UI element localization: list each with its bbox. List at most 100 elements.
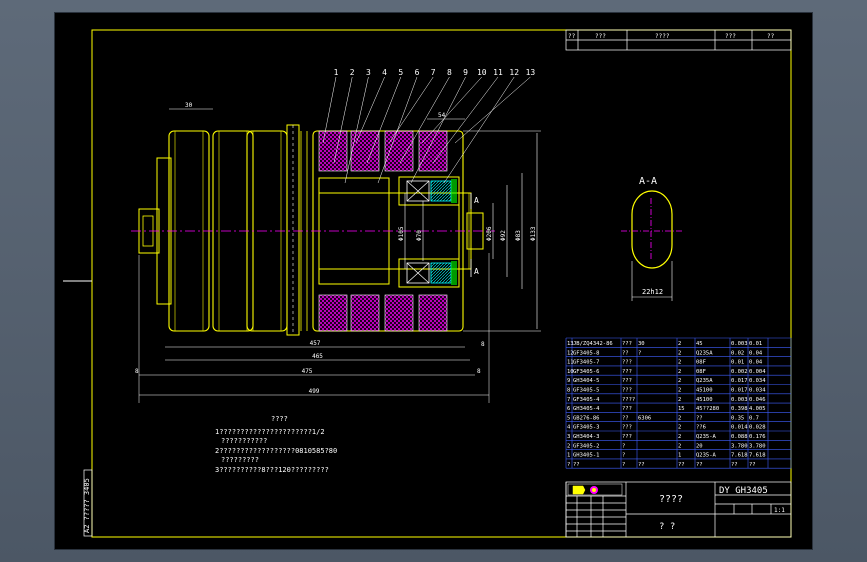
bom-cell: 0.017 [731, 388, 748, 394]
bom-cell: ? [622, 462, 625, 468]
bom-cell: 7.618 [749, 453, 766, 459]
dim-vertical: Φ83 [515, 230, 522, 241]
bom-cell: ?? [696, 415, 703, 421]
bom-cell: 3 [567, 434, 570, 440]
bom-cell: 2 [678, 434, 681, 440]
dim-vertical: Φ92 [500, 230, 507, 241]
bom-cell: GF3405-2 [573, 443, 600, 449]
part-balloon: 11 [493, 68, 503, 77]
bom-cell: 2 [678, 415, 681, 421]
bom-cell: 1 [567, 453, 570, 459]
bom-cell: 2 [678, 397, 681, 403]
bom-cell: GF3405-7 [573, 360, 600, 366]
bom-cell: 3.780 [731, 443, 748, 449]
part-balloon: 2 [350, 68, 355, 77]
part-balloon: 1 [334, 68, 339, 77]
bom-cell: 0.004 [749, 369, 766, 375]
bom-cell: 2 [678, 425, 681, 431]
bom-cell: 08F [696, 360, 706, 366]
drawing-sheet[interactable]: A2 ????? 3405 ?????????????? 1 2 3 4 5 6 7 8 9 10… [55, 13, 812, 549]
seal [430, 262, 452, 284]
bom-cell: Q235A [696, 350, 713, 356]
bom-cell: 0.028 [749, 425, 766, 431]
drawing-subtitle: ? ? [659, 522, 675, 532]
note-line-5: 3??????????8???120????????? [215, 466, 329, 474]
part-balloon: 12 [509, 68, 519, 77]
dim-vertical: Φ70 [416, 230, 423, 241]
part-balloon: 6 [415, 68, 420, 77]
bom-cell: 5 [567, 415, 570, 421]
top-block-label: ??? [725, 33, 736, 40]
section-view: A-A 22h12 [621, 176, 683, 301]
bom-cell: 20 [696, 443, 703, 449]
top-block-label: ???? [655, 33, 670, 40]
bom-cell: Q235-A [696, 453, 717, 459]
bom-cell: 30 [638, 341, 645, 347]
note-line-4: ????????? [221, 456, 259, 464]
bom-cell: 2 [678, 388, 681, 394]
parts-list-table: 13 JB/ZQ4342-86??? 30 2 45 0.003 0.0112 GF3405-… [565, 337, 792, 469]
dim-bottom: 475 [302, 368, 313, 375]
bom-cell: 6 [567, 406, 570, 412]
bom-cell: 6306 [638, 415, 651, 421]
bom-cell: 7 [567, 397, 570, 403]
dim-side-small: 8 [477, 368, 481, 375]
bom-cell: 2 [678, 443, 681, 449]
scale-label: 1:1 [774, 507, 785, 514]
rubber-segment [418, 130, 448, 172]
top-block-label: ?? [568, 33, 576, 40]
bom-cell: ??? [622, 388, 632, 394]
bom-cell: 0.014 [731, 425, 748, 431]
bom-cell: 15 [678, 406, 685, 412]
bom-cell: ?? [696, 462, 703, 468]
bom-cell: 0.176 [749, 434, 766, 440]
drawing-canvas[interactable]: A2 ????? 3405 ?????????????? 1 2 3 4 5 6 7 8 9 10… [55, 13, 812, 549]
bom-cell: ??? [622, 360, 632, 366]
dim-bottom: 499 [309, 388, 320, 395]
bom-cell: ??? [622, 341, 632, 347]
bom-cell: ?? [678, 462, 685, 468]
bom-cell: 45 [696, 341, 703, 347]
note-line-3: 2??????????????????0810585?80 [215, 447, 337, 455]
bom-cell: 0.034 [749, 388, 766, 394]
bom-cell: 0.088 [731, 434, 748, 440]
drawing-number: DY GH3405 [719, 486, 768, 496]
bom-cell: GH3404-5 [573, 378, 600, 384]
bom-cell: 45100 [696, 388, 713, 394]
dim-side-small: 8 [481, 341, 485, 348]
bom-cell: 45??280 [696, 406, 719, 412]
bom-cell: 0.04 [749, 350, 763, 356]
bom-cell: JB/ZQ4342-86 [573, 341, 613, 347]
bom-cell: 2 [567, 443, 570, 449]
section-dim: 22h12 [642, 288, 663, 296]
dim-bore-top: 54 [438, 112, 446, 119]
bom-cell: GH3405-4 [573, 406, 600, 412]
bom-cell: 2 [678, 369, 681, 375]
part-balloon: 3 [366, 68, 371, 77]
bom-cell: ? [638, 350, 641, 356]
dim-vertical: Φ206 [486, 226, 493, 241]
bom-cell: 2 [678, 378, 681, 384]
technical-notes: ???? 1??????????????????????1/2 ????????… [215, 415, 337, 474]
bom-cell: ??? [622, 425, 632, 431]
bom-cell: 4 [567, 425, 571, 431]
part-balloon: 8 [447, 68, 452, 77]
top-block-label: ??? [595, 33, 606, 40]
end-cap [451, 261, 457, 285]
bom-cell: GH3405-1 [573, 453, 600, 459]
dim-bottom: 457 [310, 340, 321, 347]
end-cap [451, 179, 457, 203]
bom-cell: GB276-86 [573, 415, 600, 421]
part-balloon: 5 [398, 68, 403, 77]
rubber-segment [418, 294, 448, 332]
part-balloon: 4 [382, 68, 387, 77]
bom-cell: ?? [622, 415, 629, 421]
bom-cell: 0.003 [731, 397, 748, 403]
bom-cell: 3.780 [749, 443, 766, 449]
cut-mark-lower: A [474, 267, 479, 276]
part-balloon: 10 [477, 68, 487, 77]
cad-viewport[interactable]: A2 ????? 3405 ?????????????? 1 2 3 4 5 6 7 8 9 10… [0, 0, 867, 562]
bom-cell: GF3405-3 [573, 425, 600, 431]
bom-cell: GF3405-6 [573, 369, 600, 375]
cut-mark-upper: A [474, 196, 479, 205]
